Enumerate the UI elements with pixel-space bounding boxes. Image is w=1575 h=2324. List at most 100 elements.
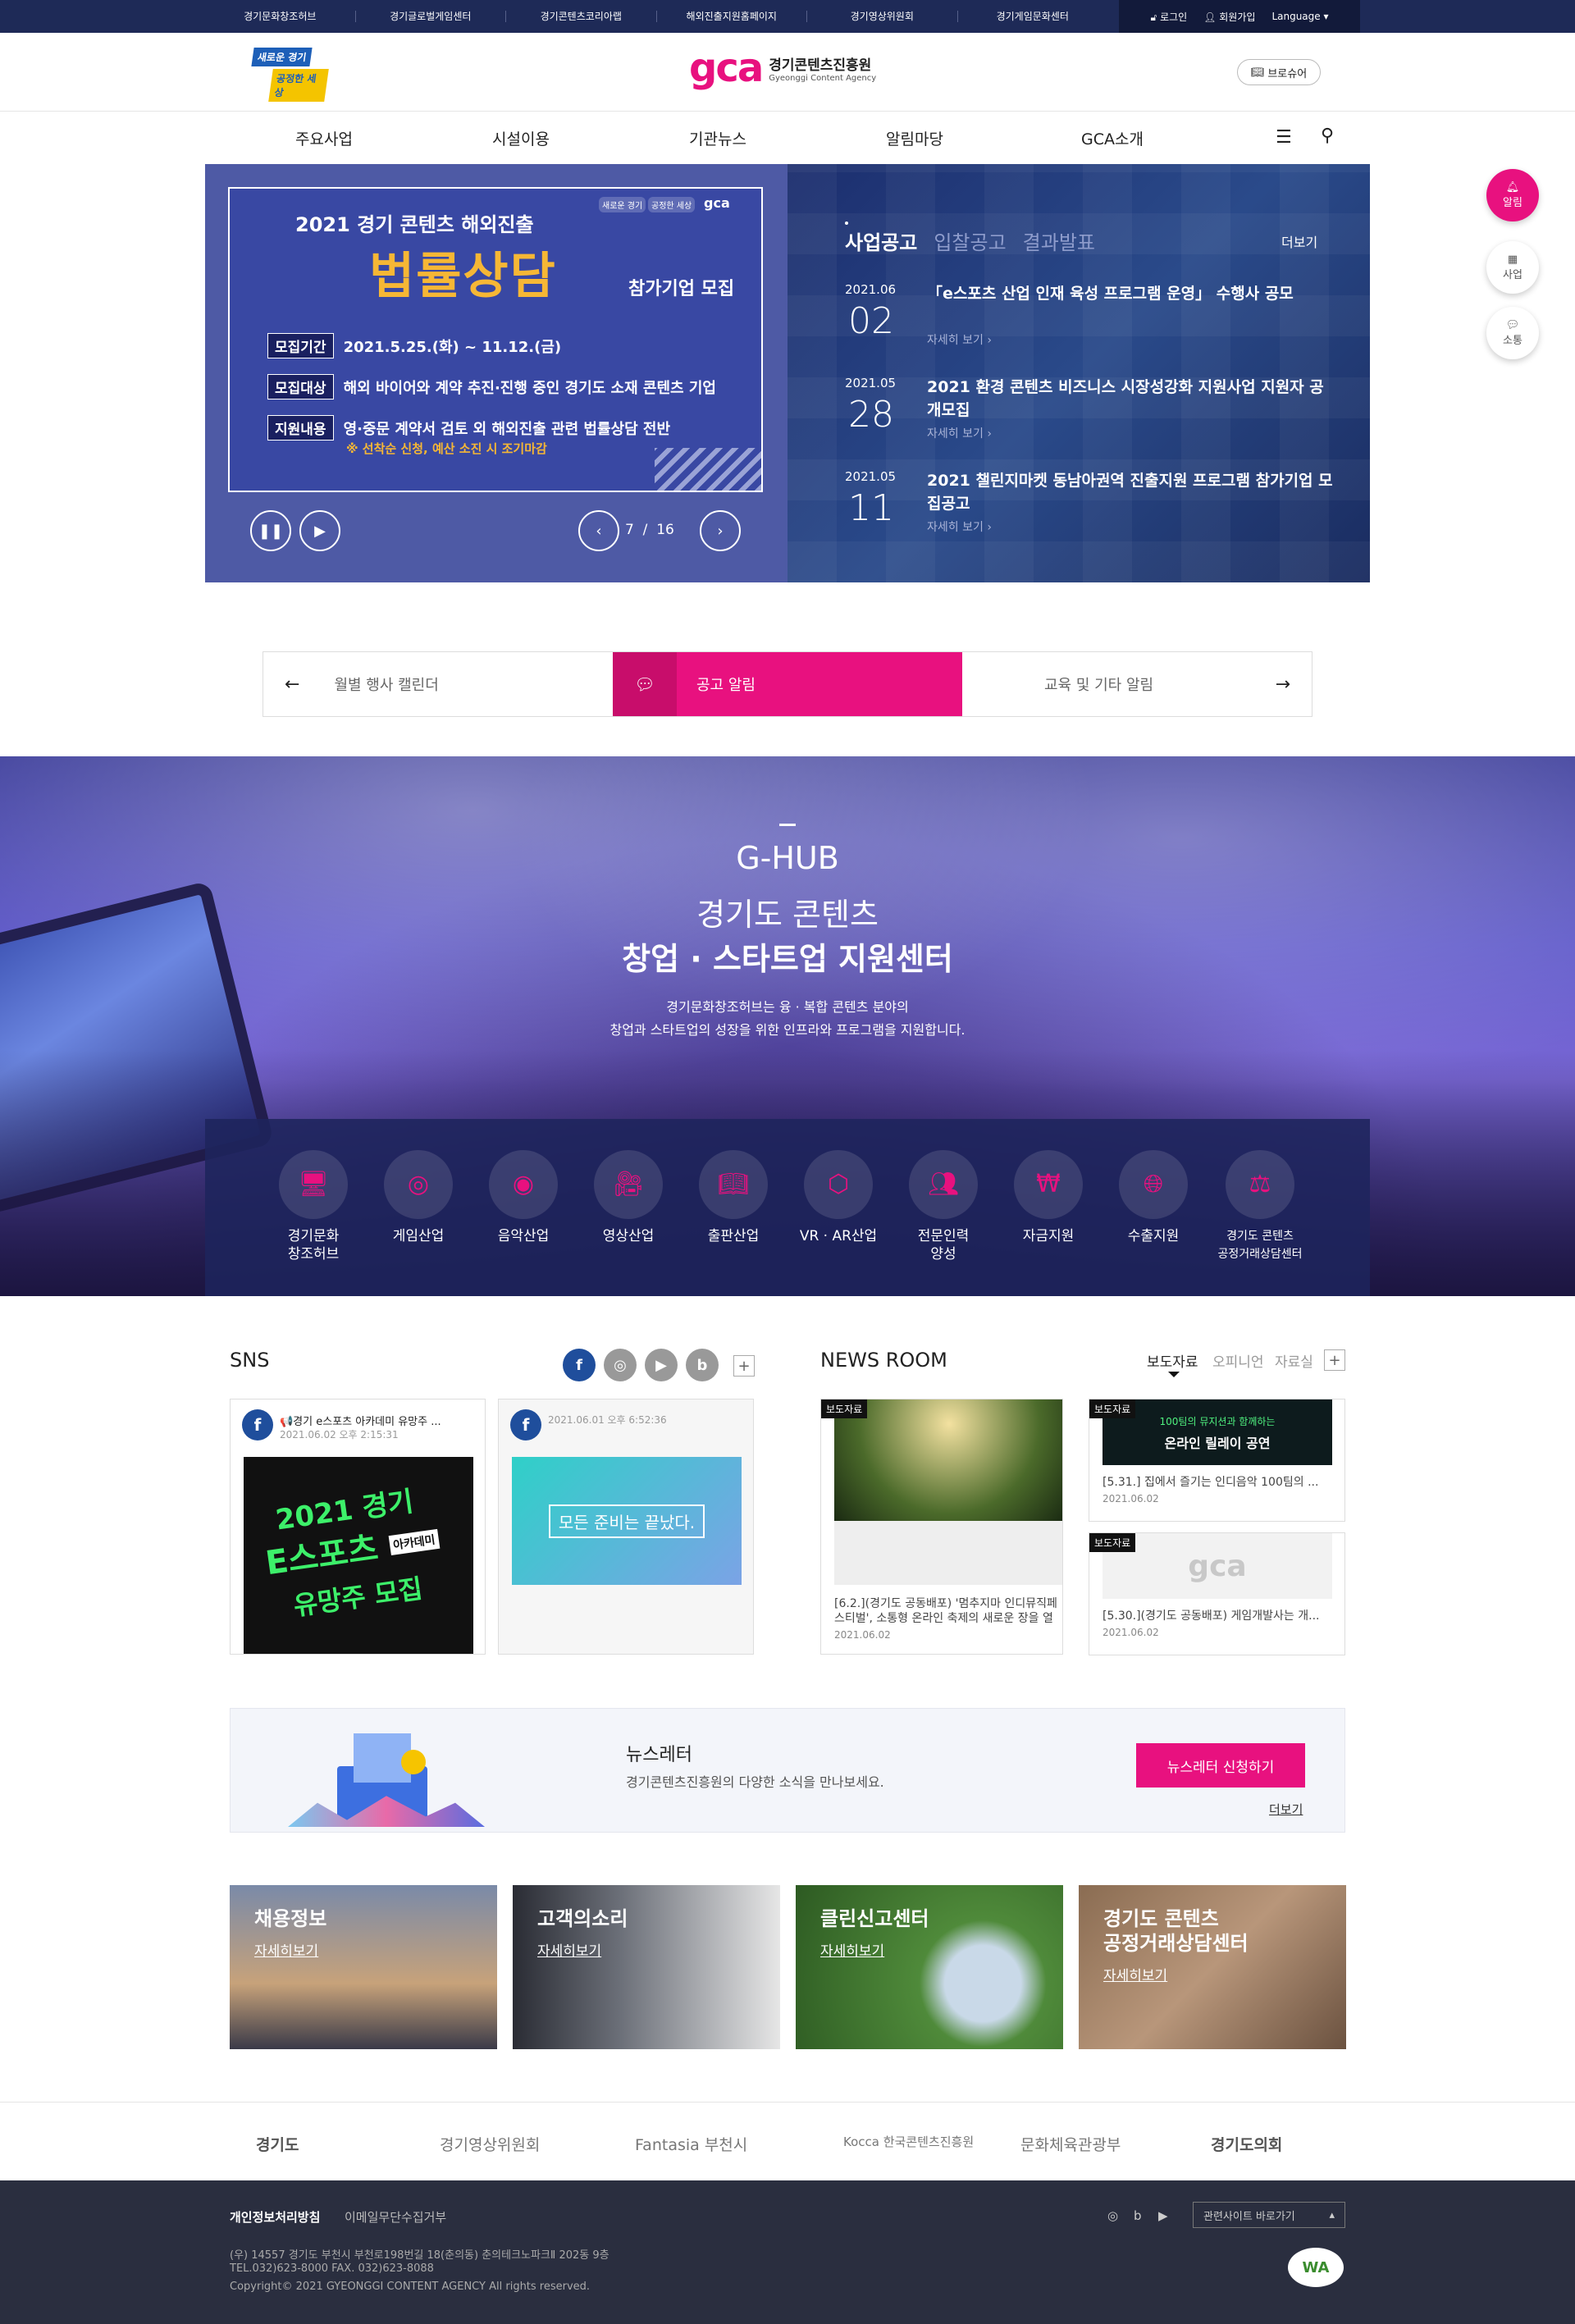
news-more-button[interactable]: + (1324, 1349, 1345, 1371)
sns-post-card[interactable]: f 2021.06.01 오후 6:52:36 모든 준비는 끝났다. (498, 1399, 754, 1655)
promo-link: 자세히보기 (1103, 1968, 1168, 1984)
field-item[interactable]: 🌐︎ 수출지원 (1104, 1150, 1203, 1245)
chevron-right-icon: › (987, 334, 992, 347)
calendar-tab[interactable]: ← 월별 행사 캘린더 (263, 652, 613, 716)
education-tab[interactable]: 교육 및 기타 알림 → (962, 652, 1312, 716)
side-comm-button[interactable]: 💬︎ 소통 (1486, 307, 1539, 359)
util-link[interactable]: 경기영상위원회 (807, 11, 958, 22)
side-alarm-label: 알림 (1503, 197, 1522, 209)
gca-logo[interactable]: gca 경기콘텐츠진흥원 Gyeonggi Content Agency (689, 48, 876, 89)
newsletter-subscribe-button[interactable]: 뉴스레터 신청하기 (1136, 1743, 1305, 1788)
sns-more-button[interactable]: + (733, 1355, 755, 1377)
field-label-2: 공정거래상담센터 (1217, 1248, 1303, 1261)
news-card[interactable]: 100팀의 뮤지션과 함께하는 온라인 릴레이 공연 보도자료 [5.31.] … (1089, 1399, 1345, 1522)
announcement-tab[interactable]: 💬︎ 공고 알림 (613, 652, 962, 716)
util-link[interactable]: 해외진출지원홈페이지 (657, 11, 807, 22)
email-refusal-link[interactable]: 이메일무단수집거부 (345, 2208, 446, 2226)
partner-assembly[interactable]: 경기도의회 (1211, 2133, 1282, 2155)
partner-bucheon[interactable]: Fantasia 부천시 (635, 2133, 747, 2155)
util-link[interactable]: 경기문화창조허브 (205, 11, 356, 22)
field-item[interactable]: ⚖︎ 경기도 콘텐츠 공정거래상담센터 (1209, 1150, 1311, 1263)
field-item[interactable]: 👥︎ 전문인력 양성 (894, 1150, 993, 1263)
notice-item[interactable]: 2021.05 28 2021 환경 콘텐츠 비즈니스 시장성강화 지원사업 지… (845, 376, 1337, 454)
promo-recruit[interactable]: 채용정보 자세히보기 (230, 1885, 497, 2049)
facebook-icon[interactable]: f (563, 1349, 596, 1381)
nav-item-business[interactable]: 주요사업 (295, 127, 353, 149)
poster-row-label: 모집기간 (267, 333, 334, 358)
notice-item[interactable]: 2021.05 11 2021 챌린지마켓 동남아권역 진출지원 프로그램 참가… (845, 469, 1337, 548)
side-alarm-button[interactable]: 🔔︎ 알림 (1486, 169, 1539, 221)
promo-clean-report[interactable]: 클린신고센터 자세히보기 (796, 1885, 1063, 2049)
partner-gyeonggi[interactable]: 경기도 (256, 2133, 299, 2155)
util-link[interactable]: 경기콘텐츠코리아랩 (506, 11, 657, 22)
ghub-description: 경기문화창조허브는 융 · 복합 콘텐츠 분야의 창업과 스타트업의 성장을 위… (0, 996, 1575, 1042)
field-item[interactable]: ◉ 음악산업 (474, 1150, 573, 1245)
partner-mcst[interactable]: 문화체육관광부 (1020, 2133, 1121, 2155)
field-item[interactable]: ⬡ VR · AR산업 (789, 1150, 888, 1245)
site-header: 새로운 경기 공정한 세상 gca 경기콘텐츠진흥원 Gyeonggi Cont… (0, 33, 1575, 112)
tab-press-release[interactable]: 보도자료 (1147, 1350, 1198, 1371)
util-link[interactable]: 경기글로벌게임센터 (356, 11, 506, 22)
notice-item[interactable]: 2021.06 02 「e스포츠 산업 인재 육성 프로그램 운영」 수행사 공… (845, 282, 1337, 361)
tab-opinion[interactable]: 오피니언 (1212, 1350, 1264, 1371)
next-slide-button[interactable]: › (700, 510, 741, 551)
side-biz-button[interactable]: ▦ 사업 (1486, 241, 1539, 294)
prev-slide-button[interactable]: ‹ (578, 510, 619, 551)
gca-placeholder-image: gca (1102, 1533, 1332, 1599)
language-select[interactable]: Language ▾ (1271, 11, 1328, 22)
util-link[interactable]: 경기게임문화센터 (958, 11, 1108, 22)
tab-business-notice[interactable]: 사업공고 (845, 226, 917, 255)
nav-item-news[interactable]: 기관뉴스 (689, 127, 746, 149)
brochure-button[interactable]: 📖︎ 브로슈어 (1237, 59, 1321, 85)
play-button[interactable]: ▶ (299, 510, 340, 551)
slogan-line-2: 공정한 세상 (268, 69, 329, 102)
newsletter-illustration (288, 1717, 485, 1832)
join-link[interactable]: 👤︎ 회원가입 (1203, 10, 1255, 24)
newsletter-description: 경기콘텐츠진흥원의 다양한 소식을 만나보세요. (626, 1774, 884, 1790)
news-title: [5.31.] 집에서 즐기는 인디음악 100팀의 ... (1102, 1476, 1319, 1489)
esports-poster-image: 2021 경기 E스포츠 아카데미 유망주 모집 (244, 1457, 473, 1654)
youtube-icon[interactable]: ▶ (645, 1349, 678, 1381)
footer-copyright: Copyright© 2021 GYEONGGI CONTENT AGENCY … (230, 2281, 591, 2293)
tab-results[interactable]: 결과발표 (1023, 226, 1095, 255)
related-sites-select[interactable]: 관련사이트 바로가기 ▴ (1193, 2202, 1345, 2228)
tab-archive[interactable]: 자료실 (1275, 1350, 1313, 1371)
field-item[interactable]: ◎ 게임산업 (369, 1150, 468, 1245)
partner-film-commission[interactable]: 경기영상위원회 (440, 2133, 540, 2155)
poster-row-label: 모집대상 (267, 374, 334, 400)
blog-icon[interactable]: b (686, 1349, 719, 1381)
news-card[interactable]: 보도자료 [6.2.](경기도 공동배포) '멈추지마 인디뮤직페스티벌', 소… (820, 1399, 1063, 1655)
poster-row-text: 2021.5.25.(화) ~ 11.12.(금) (343, 338, 562, 356)
search-icon[interactable]: ⚲ (1321, 126, 1334, 146)
notice-more-label: 자세히 보기 (927, 521, 984, 534)
promo-fair-trade-center[interactable]: 경기도 콘텐츠 공정거래상담센터 자세히보기 (1079, 1885, 1346, 2049)
field-item[interactable]: 📖︎ 출판산업 (684, 1150, 783, 1245)
nav-item-facility[interactable]: 시설이용 (492, 127, 550, 149)
user-icon: 👤︎ (1203, 11, 1217, 23)
privacy-policy-link[interactable]: 개인정보처리방침 (230, 2208, 320, 2226)
people-icon: 👥︎ (909, 1150, 978, 1219)
sns-post-card[interactable]: f 📢경기 e스포츠 아카데미 유망주 ... 2021.06.02 오후 2:… (230, 1399, 486, 1655)
partner-kocca[interactable]: Kocca 한국콘텐츠진흥원 (843, 2133, 974, 2150)
instagram-icon[interactable]: ◎ (1107, 2208, 1118, 2223)
field-label: VR · AR산업 (799, 1228, 878, 1244)
newsletter-more-link[interactable]: 더보기 (1269, 1801, 1303, 1818)
slide-separator: / (642, 522, 648, 538)
pause-button[interactable]: ❚❚ (250, 510, 291, 551)
promo-customer-voice[interactable]: 고객의소리 자세히보기 (513, 1885, 780, 2049)
field-item[interactable]: 🎥︎ 영상산업 (579, 1150, 678, 1245)
news-card[interactable]: gca 보도자료 [5.30.](경기도 공동배포) 게임개발사는 개... 2… (1089, 1532, 1345, 1655)
pause-icon: ❚❚ (258, 522, 284, 540)
menu-icon[interactable]: ☰ (1276, 127, 1292, 148)
banner-poster[interactable]: 새로운 경기 공정한 세상 gca 2021 경기 콘텐츠 해외진출 법률상담 … (228, 187, 763, 492)
youtube-icon[interactable]: ▶ (1158, 2208, 1168, 2223)
login-link[interactable]: 🔓︎ 로그인 (1150, 10, 1187, 24)
field-item[interactable]: 🖥︎ 경기문화 창조허브 (264, 1150, 363, 1263)
tab-bid-notice[interactable]: 입찰공고 (934, 226, 1006, 255)
field-item[interactable]: ₩ 자금지원 (999, 1150, 1098, 1245)
instagram-icon[interactable]: ◎ (604, 1349, 637, 1381)
blog-icon[interactable]: b (1134, 2208, 1142, 2223)
notice-more-link[interactable]: 더보기 (1281, 231, 1317, 251)
nav-item-notice[interactable]: 알림마당 (886, 127, 943, 149)
nav-item-about[interactable]: GCA소개 (1081, 127, 1144, 149)
